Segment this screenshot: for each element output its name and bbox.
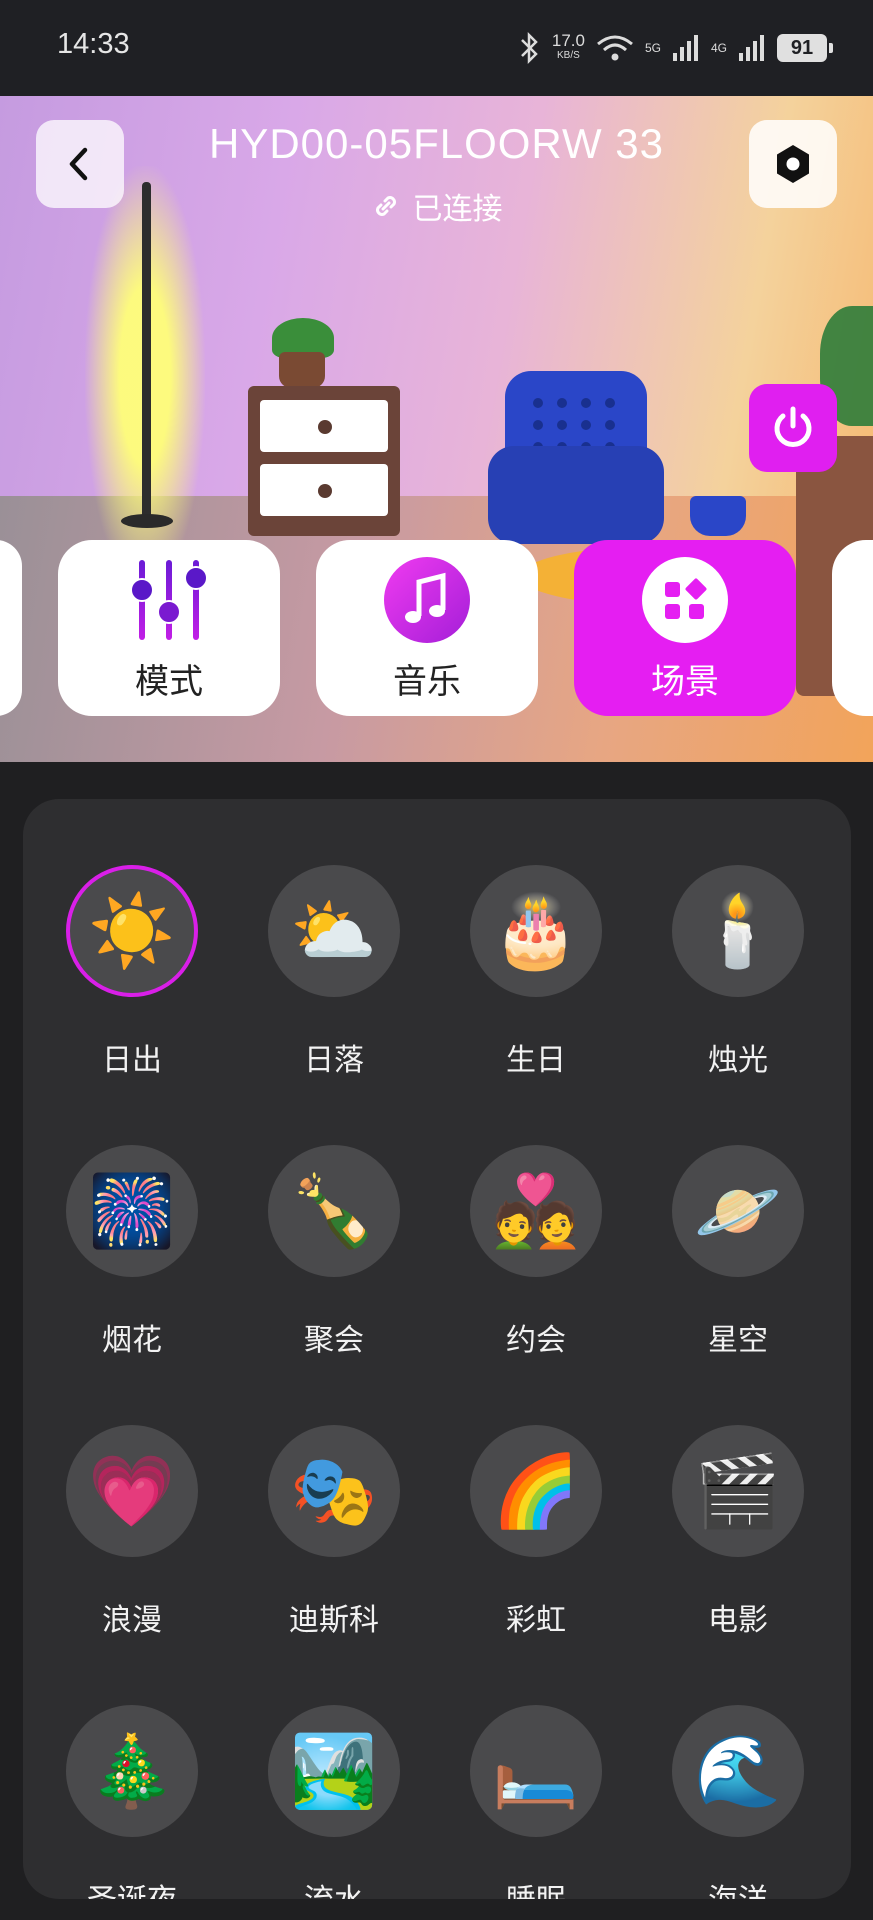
hexagon-settings-icon xyxy=(777,145,809,183)
scene-item[interactable]: 🏞️ 流水 xyxy=(244,1705,424,1899)
scene-item[interactable]: 🌈 彩虹 xyxy=(446,1425,626,1639)
scene-icon: 💗 xyxy=(66,1425,198,1557)
scene-item[interactable]: 🕯️ 烛光 xyxy=(648,865,828,1079)
network-5g: 5G xyxy=(644,41,661,55)
scene-label: 日落 xyxy=(304,1043,364,1078)
scene-icon: 🎂 xyxy=(470,865,602,997)
tab-music[interactable]: 音乐 xyxy=(316,540,538,716)
scene-item[interactable]: ⛅ 日落 xyxy=(244,865,424,1079)
scene-item[interactable]: 🎆 烟花 xyxy=(42,1145,222,1359)
scene-item[interactable]: ☀️ 日出 xyxy=(42,865,222,1079)
floor-lamp xyxy=(142,182,151,522)
scene-icon: 🌈 xyxy=(470,1425,602,1557)
scene-item[interactable]: 🎬 电影 xyxy=(648,1425,828,1639)
battery-indicator: 91 xyxy=(777,34,833,62)
cabinet xyxy=(248,386,400,536)
signal-icon-2 xyxy=(739,35,764,61)
scene-icon: 🕯️ xyxy=(672,865,804,997)
bluetooth-icon xyxy=(520,31,538,65)
scene-label: 聚会 xyxy=(304,1323,364,1358)
scene-icon: 💑 xyxy=(470,1145,602,1277)
signal-icon xyxy=(672,35,698,61)
scene-icon: 🛏️ xyxy=(470,1705,602,1837)
back-button[interactable] xyxy=(36,120,124,208)
scene-panel: ☀️ 日出 ⛅ 日落 🎂 生日 🕯️ 烛光 🎆 烟花 🍾 聚会 💑 约会 🪐 星空 💗 浪漫 🎭 迪斯科 🌈 彩虹 🎬 电影 🎄… xyxy=(23,799,851,1899)
grid-apps-icon xyxy=(642,556,728,643)
scene-label: 睡眠 xyxy=(446,1875,626,1899)
scene-item[interactable]: 🛏️ 睡眠 xyxy=(446,1705,626,1899)
network-4g: 4G xyxy=(710,41,727,55)
tab-mode-label: 模式 xyxy=(135,661,203,702)
scene-item[interactable]: 🎂 生日 xyxy=(446,865,626,1079)
scene-label: 迪斯科 xyxy=(289,1603,379,1638)
net-speed: 17.0 KB/S xyxy=(551,31,585,61)
drawer-top xyxy=(260,400,388,452)
tab-music-label: 音乐 xyxy=(393,661,461,702)
scene-icon: 🍾 xyxy=(268,1145,400,1277)
tab-mode[interactable]: 模式 xyxy=(58,540,280,716)
scene-icon: ☀️ xyxy=(66,865,198,997)
scene-label: 圣诞夜 xyxy=(42,1875,222,1899)
status-icons: 17.0 KB/S 5G 4G 91 xyxy=(516,24,833,72)
armchair-tufting xyxy=(533,398,623,452)
scene-item[interactable]: 🎭 迪斯科 xyxy=(244,1425,424,1639)
chevron-left-icon xyxy=(69,147,88,181)
music-note-icon xyxy=(384,556,470,643)
scene-icon: 🎬 xyxy=(672,1425,804,1557)
scene-label: 烛光 xyxy=(708,1043,768,1078)
connection-status: 已连接 xyxy=(180,184,693,228)
scene-item[interactable]: 🪐 星空 xyxy=(648,1145,828,1359)
scene-label: 烟花 xyxy=(102,1323,162,1358)
link-icon xyxy=(375,196,396,216)
status-bar: 14:33 17.0 KB/S 5G 4G 91 xyxy=(0,0,873,96)
armchair-seat xyxy=(488,446,664,544)
sliders-icon xyxy=(130,559,208,640)
scene-label: 生日 xyxy=(506,1043,566,1078)
tab-partial-left[interactable] xyxy=(0,540,22,716)
lamp-base xyxy=(121,514,173,528)
connection-status-label: 已连接 xyxy=(412,192,503,227)
scene-label: 日出 xyxy=(102,1043,162,1078)
scene-item[interactable]: 🎄 圣诞夜 xyxy=(42,1705,222,1899)
scene-label: 星空 xyxy=(708,1323,768,1358)
scene-icon: 🌊 xyxy=(672,1705,804,1837)
tab-scene-label: 场景 xyxy=(651,661,719,702)
settings-button[interactable] xyxy=(749,120,837,208)
scene-item[interactable]: 🍾 聚会 xyxy=(244,1145,424,1359)
scene-label: 电影 xyxy=(708,1603,768,1638)
power-button[interactable] xyxy=(749,384,837,472)
scene-icon: 🎭 xyxy=(268,1425,400,1557)
wifi-icon xyxy=(597,35,633,61)
scene-icon: 🏞️ xyxy=(268,1705,400,1837)
scene-icon: 🎆 xyxy=(66,1145,198,1277)
drawer-bottom xyxy=(260,464,388,516)
device-title: HYD00-05FLOORW 33 xyxy=(208,120,665,167)
scene-label: 流水 xyxy=(244,1875,424,1899)
tab-partial-right[interactable] xyxy=(832,540,873,716)
scene-label: 浪漫 xyxy=(102,1603,162,1638)
scene-label: 彩虹 xyxy=(506,1603,566,1638)
kettle xyxy=(690,496,746,536)
power-icon xyxy=(774,406,812,447)
scene-label: 约会 xyxy=(506,1323,566,1358)
scene-icon: 🎄 xyxy=(66,1705,198,1837)
scene-icon: 🪐 xyxy=(672,1145,804,1277)
status-time: 14:33 xyxy=(57,28,130,60)
scene-icon: ⛅ xyxy=(268,865,400,997)
tab-scene[interactable]: 场景 xyxy=(574,540,796,716)
scene-label: 海洋 xyxy=(648,1875,828,1899)
plant-pot xyxy=(279,352,325,388)
scene-item[interactable]: 💑 约会 xyxy=(446,1145,626,1359)
scene-item[interactable]: 🌊 海洋 xyxy=(648,1705,828,1899)
scene-item[interactable]: 💗 浪漫 xyxy=(42,1425,222,1639)
